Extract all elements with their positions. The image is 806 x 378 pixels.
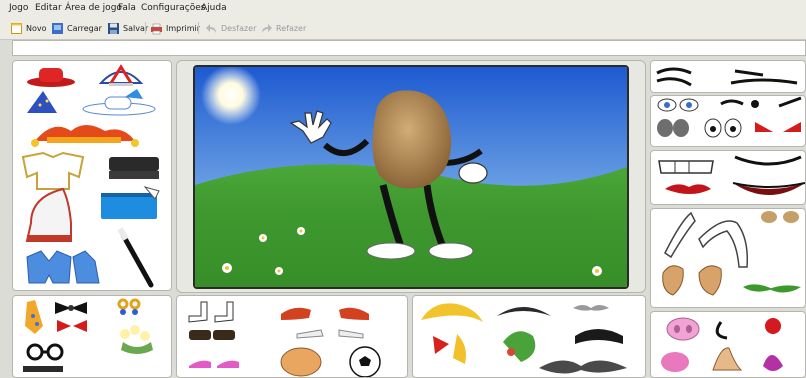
red-bow-hair-icon[interactable]	[433, 334, 466, 364]
eyes-palette	[650, 95, 806, 147]
shoe-tips-icon[interactable]	[761, 211, 799, 223]
white-shirt-icon[interactable]	[21, 151, 85, 190]
undo-icon	[206, 23, 216, 33]
blue-skirt-icon[interactable]	[101, 186, 160, 219]
blue-jacket-icon[interactable]	[26, 250, 100, 284]
redo-icon	[262, 23, 272, 33]
red-slippers-icon[interactable]	[281, 307, 369, 320]
umbrella-hat-icon[interactable]	[98, 64, 144, 86]
glasses-icon[interactable]	[26, 343, 64, 361]
small-mustache-icon[interactable]	[573, 305, 609, 311]
menu-jogo[interactable]: Jogo	[9, 3, 28, 13]
green-hair-icon[interactable]	[503, 331, 536, 362]
rugby-ball-icon[interactable]	[280, 347, 322, 377]
load-button[interactable]: Carregar	[51, 20, 102, 36]
menu-bar: Jogo Editar Área de jogo Fala Configuraç…	[0, 0, 806, 17]
big-nose-icon[interactable]	[712, 347, 743, 371]
menu-configuracoes[interactable]: Configurações	[141, 3, 205, 13]
print-button[interactable]: Imprimir	[150, 20, 200, 36]
red-bow-icon[interactable]	[57, 320, 87, 332]
black-wig-icon[interactable]	[497, 307, 551, 316]
toolbar: Novo Carregar Salvar Imprimir Desfazer R…	[0, 17, 806, 40]
sun-icon	[201, 67, 261, 125]
black-shoes-icon[interactable]	[189, 330, 235, 340]
smile-mouth-icon[interactable]	[734, 155, 802, 166]
red-hat-icon[interactable]	[27, 68, 75, 87]
save-button[interactable]: Salvar	[107, 20, 148, 36]
blonde-wig-icon[interactable]	[421, 303, 483, 322]
undo-button[interactable]: Desfazer	[205, 20, 256, 36]
sun-hat-icon[interactable]	[82, 89, 156, 116]
jester-hat-icon[interactable]	[31, 125, 139, 147]
red-nose-icon[interactable]	[765, 318, 781, 334]
blue-eyes-icon[interactable]	[657, 98, 699, 112]
mouths-palette	[650, 150, 806, 205]
toolbar-separator	[145, 22, 146, 34]
noses-palette	[650, 311, 806, 378]
toolbar-separator	[198, 22, 199, 34]
green-leaves-icon[interactable]	[743, 284, 801, 293]
pig-nose-icon[interactable]	[666, 317, 700, 341]
eyebrows-icon[interactable]	[656, 67, 798, 87]
black-shorts-icon[interactable]	[109, 157, 159, 179]
new-button[interactable]: Novo	[10, 20, 47, 36]
pink-blob-icon[interactable]	[661, 352, 689, 372]
pink-shoes-icon[interactable]	[189, 360, 239, 368]
arm-icon[interactable]	[664, 211, 749, 268]
purple-nose-icon[interactable]	[763, 355, 783, 371]
nose-icon[interactable]	[715, 321, 728, 340]
teeth-mouth-icon[interactable]	[658, 160, 714, 174]
tie-icon[interactable]	[25, 300, 43, 334]
load-icon	[52, 22, 63, 34]
menu-ajuda[interactable]: Ajuda	[201, 3, 227, 13]
new-document-icon	[11, 22, 22, 34]
open-mouth-icon[interactable]	[732, 182, 805, 195]
earrings-icon[interactable]	[117, 298, 141, 315]
ear-icon[interactable]	[662, 265, 722, 296]
eyebrows-palette	[650, 60, 806, 93]
potato-body	[372, 90, 452, 189]
black-hair-icon[interactable]	[575, 329, 623, 344]
menu-editar[interactable]: Editar	[35, 3, 62, 13]
play-area[interactable]	[193, 65, 629, 289]
sunglasses-icon[interactable]	[23, 366, 63, 372]
bow-tie-icon[interactable]	[55, 302, 87, 314]
white-boots-icon[interactable]	[188, 301, 234, 323]
printer-icon	[151, 23, 162, 34]
arms-ears-palette	[650, 208, 806, 308]
lips-icon[interactable]	[665, 184, 711, 194]
speech-bar[interactable]	[12, 40, 806, 56]
menu-fala[interactable]: Fala	[118, 3, 136, 13]
clothes-palette	[12, 60, 172, 291]
menu-area-de-jogo[interactable]: Área de jogo	[65, 3, 122, 13]
mustache-icon[interactable]	[539, 360, 627, 374]
angry-eyes-icon[interactable]	[755, 122, 801, 132]
football-icon[interactable]	[349, 346, 381, 377]
round-eyes-icon[interactable]	[704, 118, 742, 138]
hair-palette	[412, 295, 646, 378]
sneaker-icon[interactable]	[296, 329, 364, 339]
gray-eyes-icon[interactable]	[657, 119, 689, 137]
flowers-icon[interactable]	[120, 325, 153, 354]
cane-icon[interactable]	[117, 227, 154, 288]
wizard-hat-icon[interactable]	[27, 91, 57, 113]
stage-frame	[176, 60, 646, 293]
accessories-palette	[12, 295, 172, 378]
shoes-palette	[176, 295, 408, 378]
floppy-disk-icon	[108, 22, 119, 34]
eyes-icon[interactable]	[720, 96, 802, 108]
redo-button[interactable]: Refazer	[260, 20, 306, 36]
white-dress-icon[interactable]	[25, 187, 72, 242]
